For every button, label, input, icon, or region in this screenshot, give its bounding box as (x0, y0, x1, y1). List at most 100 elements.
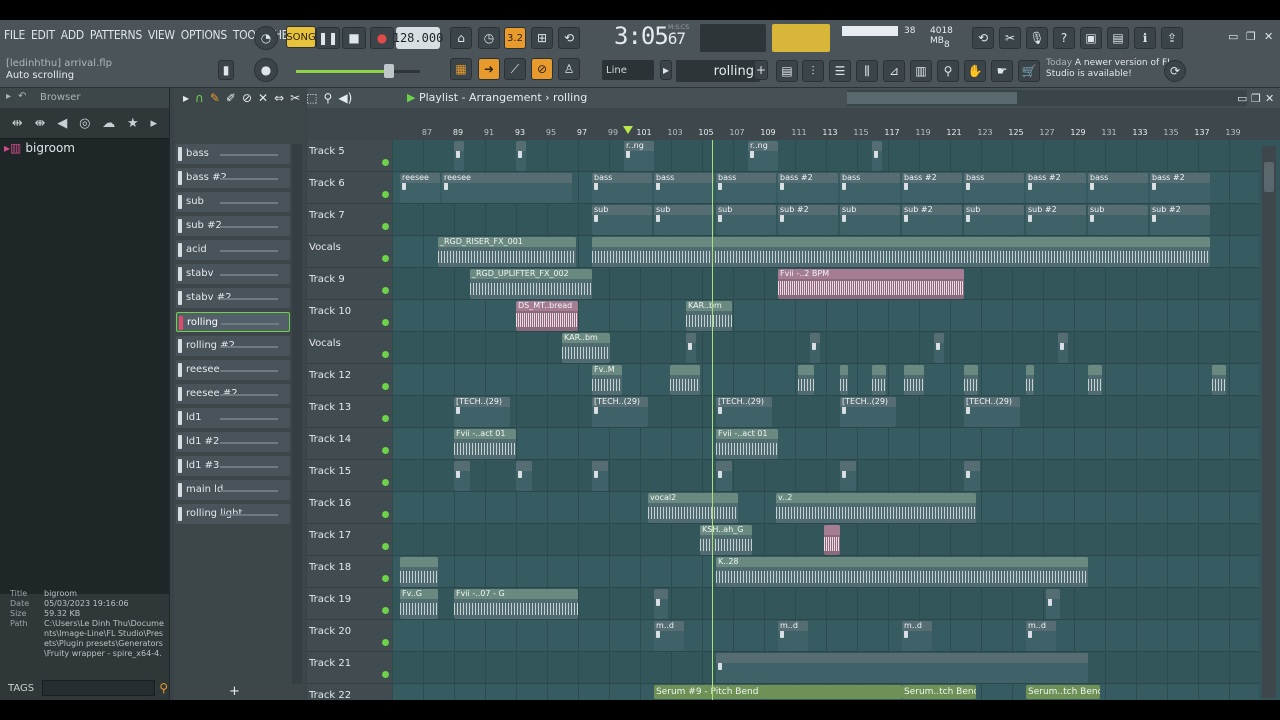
playlist-clip[interactable]: sub (964, 205, 1024, 235)
undo-history-icon[interactable]: ⟲ (972, 27, 994, 49)
track-mute-led[interactable] (382, 159, 389, 166)
playlist-clip[interactable] (654, 589, 668, 619)
track-header[interactable]: Track 15 (307, 460, 392, 492)
playlist-clip[interactable]: bass (654, 173, 714, 203)
track-header[interactable]: Vocals (307, 332, 392, 364)
track-header[interactable]: Track 22 (307, 684, 392, 700)
track-mute-led[interactable] (382, 319, 389, 326)
cloud-icon[interactable]: ☁ (102, 116, 115, 131)
playlist-clip[interactable]: KSH..ah_G (700, 525, 752, 555)
help-icon[interactable]: ? (1053, 27, 1075, 49)
track-mute-led[interactable] (382, 543, 389, 550)
track-mute-led[interactable] (382, 479, 389, 486)
globe-icon[interactable]: ◎ (79, 116, 90, 131)
playlist-clip[interactable] (964, 365, 978, 395)
playlist-clip[interactable]: _RGD_UPLIFTER_FX_002 (470, 269, 592, 299)
hint-icon[interactable]: ✋ (964, 60, 986, 82)
pattern-item[interactable]: acid (176, 240, 290, 260)
playlist-clip[interactable]: m..d (902, 621, 932, 651)
track-header[interactable]: Track 10 (307, 300, 392, 332)
playlist-clip[interactable]: Serum #9 - Pitch Bend (654, 685, 902, 699)
picker-scrollbar[interactable] (292, 144, 302, 684)
playlist-clip[interactable] (592, 237, 1210, 267)
playlist-clip[interactable]: DS_MT..bread (516, 301, 578, 331)
track-mute-led[interactable] (382, 351, 389, 358)
playlist-clip[interactable]: Serum..tch Bend (1026, 685, 1100, 699)
playlist-menu-icon[interactable]: ▸ (183, 91, 189, 105)
browser-more-icon[interactable]: ▸ (150, 116, 157, 131)
vscroll-thumb[interactable] (1264, 162, 1274, 192)
pause-button[interactable]: ❚❚ (316, 27, 340, 49)
playlist-clip[interactable]: [TECH..(29) (592, 397, 648, 427)
track-mute-led[interactable] (382, 223, 389, 230)
arrangement-grid[interactable]: r..ng r..ng reesee reesee bass bass bass bass #… (392, 140, 1259, 700)
playlist-clip[interactable] (516, 461, 532, 491)
expand-icon[interactable]: ⇼ (35, 116, 46, 131)
playlist-clip[interactable] (872, 141, 882, 171)
playlist-clip[interactable] (454, 461, 470, 491)
metronome-icon[interactable]: ⌂ (450, 27, 472, 49)
zoom-icon[interactable]: ⚲ (324, 91, 333, 105)
playlist-clip[interactable]: sub #2 (902, 205, 962, 235)
slice-icon[interactable]: ✂ (290, 91, 300, 105)
playlist-clip[interactable]: vocal2 (648, 493, 738, 523)
menu-add[interactable]: ADD (61, 28, 84, 42)
browser-icon[interactable]: ⊿ (883, 60, 905, 82)
track-header[interactable]: Track 12 (307, 364, 392, 396)
mixer-icon[interactable]: ⫶ (802, 60, 824, 82)
wait-record-icon[interactable]: ◷ (478, 27, 500, 49)
playlist-clip[interactable] (904, 365, 924, 395)
track-mute-led[interactable] (382, 447, 389, 454)
playlist-clip[interactable]: Serum..tch Bend (902, 685, 976, 699)
pattern-item[interactable]: stabv (176, 264, 290, 284)
playlist-vscroll[interactable] (1262, 146, 1276, 698)
track-mute-led[interactable] (382, 383, 389, 390)
playlist-clip[interactable]: m..d (1026, 621, 1056, 651)
playlist-clip[interactable] (716, 653, 1088, 683)
playlist-clip[interactable]: Fvii -..2 BPM (778, 269, 964, 299)
playlist-clip[interactable] (670, 365, 700, 395)
stamp-icon[interactable]: ♙ (558, 58, 580, 80)
step-edit-icon[interactable]: 3.2 (504, 27, 526, 49)
pattern-item[interactable]: rolling #2 (176, 336, 290, 356)
playlist-clip[interactable]: reesee (400, 173, 440, 203)
playlist-clip[interactable]: _RGD_RISER_FX_001 (438, 237, 576, 267)
playlist-clip[interactable]: [TECH..(29) (454, 397, 510, 427)
playlist-clip[interactable] (592, 461, 608, 491)
pattern-item[interactable]: main ld (176, 480, 290, 500)
pattern-item[interactable]: bass (176, 144, 290, 164)
close-icon[interactable]: ✕ (1264, 30, 1273, 43)
playlist-clip[interactable] (798, 365, 814, 395)
track-mute-led[interactable] (382, 575, 389, 582)
playback-icon[interactable]: ◀) (338, 91, 352, 105)
playlist-clip[interactable]: sub (840, 205, 900, 235)
playlist-clip[interactable]: KAR..bm (562, 333, 610, 363)
menu-file[interactable]: FILE (4, 28, 25, 42)
browser-back-icon[interactable]: ↶ (18, 91, 26, 102)
playlist-clip[interactable] (1046, 589, 1060, 619)
overview-scrollbar[interactable] (847, 90, 1247, 106)
piano-roll-view-icon[interactable]: ⫼ (856, 60, 878, 82)
playlist-clip[interactable]: sub (716, 205, 776, 235)
playlist-clip[interactable] (1212, 365, 1226, 395)
overview-thumb[interactable] (847, 92, 1017, 104)
menu-patterns[interactable]: PATTERNS (90, 28, 142, 42)
playlist-clip[interactable] (1088, 365, 1102, 395)
playlist-clip[interactable] (400, 557, 438, 587)
mute-icon[interactable]: ✕ (258, 91, 268, 105)
add-pattern-icon[interactable]: + (754, 60, 768, 80)
playlist-clip[interactable] (840, 461, 856, 491)
track-mute-led[interactable] (382, 415, 389, 422)
playlist-clip[interactable]: r..ng (624, 141, 654, 171)
lock-icon[interactable]: ▮ (218, 60, 234, 80)
pl-close-icon[interactable]: ✕ (1265, 92, 1274, 105)
paint-icon[interactable]: ✐ (226, 91, 236, 105)
tools-icon[interactable]: ✂ (999, 27, 1021, 49)
playlist-clip[interactable] (964, 461, 980, 491)
playlist-clip[interactable]: Fv..M (592, 365, 622, 395)
loop-record-icon[interactable]: ⟲ (558, 27, 580, 49)
playlist-clip[interactable]: bass #2 (778, 173, 838, 203)
touch-controller-icon[interactable]: ⚲ (937, 60, 959, 82)
track-header[interactable]: Track 20 (307, 620, 392, 652)
timeline-ruler[interactable]: 87 89 91 93 95 97 99 101 103 105 107 109 111 113 115 11… (392, 126, 1262, 140)
